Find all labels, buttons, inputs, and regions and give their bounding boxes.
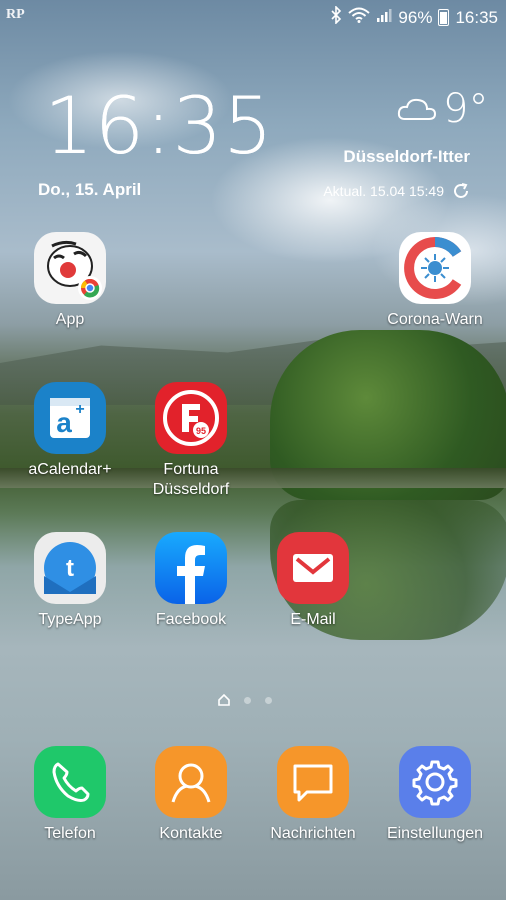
- cloud-icon: [397, 98, 437, 120]
- facebook-app[interactable]: Facebook: [141, 532, 241, 630]
- status-bar: RP 96% 16:35: [0, 0, 506, 34]
- fortuna-crest-icon: 95: [155, 382, 227, 454]
- battery-icon: [438, 9, 450, 26]
- calendar-icon: a +: [34, 382, 106, 454]
- clock-time: 16:35: [44, 82, 274, 172]
- acalendar-label: aCalendar+: [28, 461, 112, 478]
- page-dot[interactable]: [244, 696, 251, 704]
- page-indicator[interactable]: [218, 694, 272, 706]
- clown-app-icon: [34, 232, 106, 304]
- app-shortcut[interactable]: App: [20, 232, 120, 330]
- fortuna-label: Fortuna Düsseldorf: [141, 460, 241, 500]
- refresh-icon[interactable]: [452, 182, 470, 200]
- facebook-icon: [155, 532, 227, 604]
- svg-text:95: 95: [196, 426, 206, 436]
- contacts-app[interactable]: Kontakte: [141, 746, 241, 844]
- phone-icon: [34, 746, 106, 818]
- svg-text:a: a: [56, 407, 72, 438]
- svg-text:+: +: [75, 401, 84, 418]
- fortuna-label-line2: Düsseldorf: [152, 481, 230, 498]
- contacts-label: Kontakte: [159, 825, 223, 842]
- corona-warn-icon: [399, 232, 471, 304]
- wifi-icon: [348, 7, 371, 28]
- weather-city[interactable]: Düsseldorf-Itter: [343, 147, 470, 167]
- signal-icon: [376, 7, 392, 28]
- status-time: 16:35: [455, 7, 498, 27]
- temperature[interactable]: 9°: [443, 86, 488, 132]
- svg-text:t: t: [66, 555, 74, 582]
- weather-updated: Aktual. 15.04 15:49: [323, 182, 470, 200]
- rp-logo: RP: [6, 7, 25, 22]
- phone-app[interactable]: Telefon: [20, 746, 120, 844]
- settings-app[interactable]: Einstellungen: [385, 746, 485, 844]
- email-app[interactable]: E-Mail: [263, 532, 363, 630]
- gear-icon: [399, 746, 471, 818]
- phone-label: Telefon: [44, 825, 96, 842]
- page-dot[interactable]: [265, 696, 272, 704]
- bluetooth-icon: [330, 5, 342, 29]
- messages-icon: [277, 746, 349, 818]
- typeapp-app[interactable]: t TypeApp: [20, 532, 120, 630]
- messages-label: Nachrichten: [270, 825, 356, 842]
- email-label: E-Mail: [290, 611, 336, 628]
- updated-text: Aktual. 15.04 15:49: [323, 183, 444, 199]
- typeapp-label: TypeApp: [38, 611, 102, 628]
- typeapp-icon: t: [34, 532, 106, 604]
- mail-icon: [277, 532, 349, 604]
- fortuna-label-line1: Fortuna: [163, 461, 219, 478]
- messages-app[interactable]: Nachrichten: [263, 746, 363, 844]
- acalendar-app[interactable]: a + aCalendar+: [20, 382, 120, 480]
- date-text: Do., 15. April: [38, 180, 142, 199]
- fortuna-app[interactable]: 95 Fortuna Düsseldorf: [141, 382, 241, 500]
- clock-widget[interactable]: 16:35: [44, 82, 274, 172]
- facebook-label: Facebook: [155, 611, 227, 628]
- battery-percent: 96%: [398, 7, 433, 27]
- contacts-icon: [155, 746, 227, 818]
- app-label: App: [55, 311, 85, 328]
- corona-warn-app[interactable]: Corona-Warn: [385, 232, 485, 330]
- home-page-icon[interactable]: [218, 694, 230, 706]
- corona-warn-label: Corona-Warn: [387, 311, 483, 328]
- settings-label: Einstellungen: [386, 825, 484, 842]
